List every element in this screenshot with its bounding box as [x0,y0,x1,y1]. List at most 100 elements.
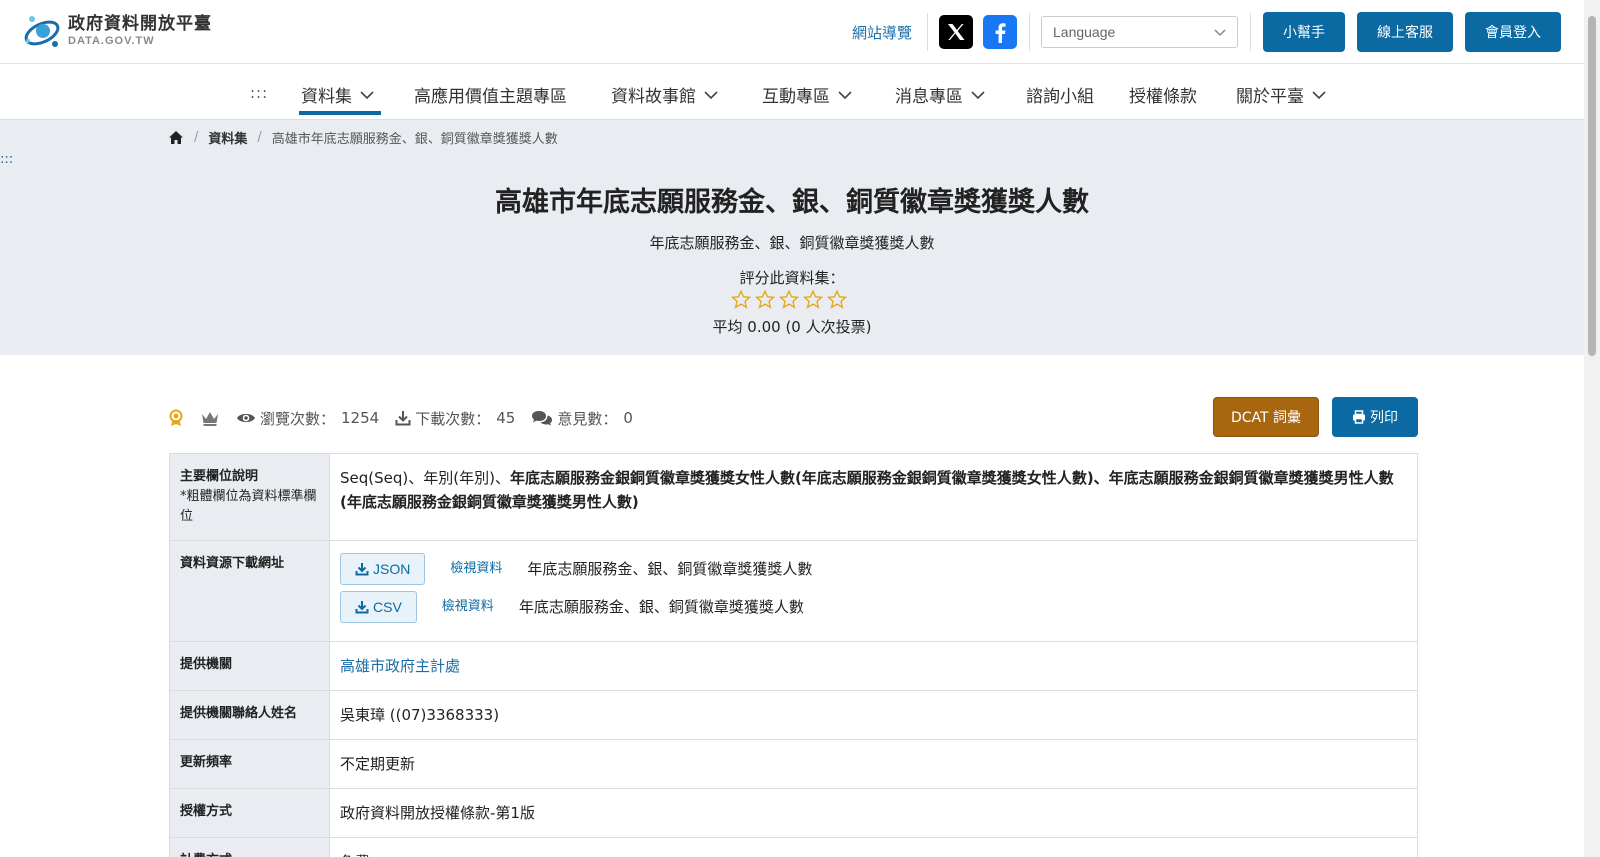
print-button[interactable]: 列印 [1332,397,1418,437]
nav-active-indicator [299,111,381,115]
eye-icon [237,413,255,423]
nav-item-label: 高應用價值主題專區 [414,87,567,107]
json-download-button[interactable]: JSON [340,553,426,585]
table-row: 主要欄位說明 *粗體欄位為資料標準欄位 Seq(Seq)、年別(年別)、年底志願… [169,453,1418,541]
fields-note: *粗體欄位為資料標準欄位 [180,489,317,524]
online-support-button[interactable]: 線上客服 [1357,12,1453,52]
resource-row: JSON 檢視資料 年底志願服務金、銀、銅質徽章獎獲獎人數 [340,553,1407,585]
print-button-label: 列印 [1370,410,1398,426]
star-outline-icon[interactable] [803,290,823,309]
rating-stars [731,290,847,309]
table-value-cell: JSON 檢視資料 年底志願服務金、銀、銅質徽章獎獲獎人數 CSV 檢視資料 年… [329,540,1418,642]
view-data-link[interactable]: 檢視資料 [442,595,494,619]
breadcrumb: / 資料集 / 高雄市年底志願服務金、銀、銅質徽章獎獲獎人數 [168,128,558,147]
view-data-link[interactable]: 檢視資料 [450,557,502,581]
facebook-share-button[interactable] [983,15,1017,49]
page-title: 高雄市年底志願服務金、銀、銅質徽章獎獲獎人數 [495,187,1089,218]
nav-item-label: 關於平臺 [1236,87,1304,107]
agency-link[interactable]: 高雄市政府主計處 [340,657,460,675]
nav-item-label: 消息專區 [895,87,963,107]
member-login-button[interactable]: 會員登入 [1465,12,1561,52]
csv-download-button[interactable]: CSV [340,591,417,623]
star-outline-icon[interactable] [731,290,751,309]
breadcrumb-datasets[interactable]: 資料集 [208,128,247,147]
printer-icon [1353,410,1365,424]
table-row: 資料資源下載網址 JSON 檢視資料 年底志願服務金、銀、銅質徽章獎獲獎人數 C… [169,540,1418,642]
resource-format: CSV [373,599,402,615]
nav-accesskey[interactable]: ::: [250,84,268,102]
header-divider [1029,13,1030,51]
view-count: 瀏覽次數： 1254 [236,408,379,429]
chevron-down-icon [838,90,852,99]
helper-button[interactable]: 小幫手 [1263,12,1345,52]
rating-label: 評分此資料集： [739,269,845,287]
resource-name: 年底志願服務金、銀、銅質徽章獎獲獎人數 [518,598,804,616]
table-value-cell: Seq(Seq)、年別(年別)、年底志願服務金銀銅質徽章獎獲獎女性人數(年底志願… [329,453,1418,541]
nav-item-license[interactable]: 授權條款 [1129,82,1197,107]
star-outline-icon[interactable] [755,290,775,309]
table-header-cell: 資料資源下載網址 [169,540,330,642]
nav-item-label: 授權條款 [1129,87,1197,107]
download-count-value: 45 [496,409,516,427]
comments-icon [532,411,553,426]
download-icon [355,563,369,576]
table-row: 計費方式 免費 [169,837,1418,857]
sitemap-link[interactable]: 網站導覽 [852,22,912,43]
fee-value: 免費 [329,837,1418,857]
table-header-cell: 更新頻率 [169,739,330,789]
content-accesskey[interactable]: ::: [0,152,13,167]
nav-item-high-value[interactable]: 高應用價值主題專區 [414,82,567,107]
star-outline-icon[interactable] [827,290,847,309]
table-row: 更新頻率 不定期更新 [169,739,1418,789]
x-share-button[interactable] [939,15,973,49]
resource-name: 年底志願服務金、銀、銅質徽章獎獲獎人數 [527,560,813,578]
table-header-cell: 提供機關聯絡人姓名 [169,690,330,740]
logo-icon [24,16,60,47]
nav-item-data-stories[interactable]: 資料故事館 [611,82,718,107]
page-scrollbar[interactable] [1584,0,1600,857]
comment-count: 意見數： 0 [531,408,633,429]
breadcrumb-separator: / [257,130,262,145]
resource-row: CSV 檢視資料 年底志願服務金、銀、銅質徽章獎獲獎人數 [340,591,1407,623]
nav-item-label: 互動專區 [762,87,830,107]
license-value: 政府資料開放授權條款-第1版 [329,788,1418,838]
table-header-cell: 主要欄位說明 *粗體欄位為資料標準欄位 [169,453,330,541]
chevron-down-icon [704,90,718,99]
scrollbar-thumb[interactable] [1588,16,1596,356]
download-count: 下載次數： 45 [395,408,515,429]
comment-count-label: 意見數： [557,409,618,428]
table-header-cell: 授權方式 [169,788,330,838]
table-value-cell: 高雄市政府主計處 [329,641,1418,691]
view-count-value: 1254 [341,409,380,427]
facebook-logo-icon [995,23,1006,43]
header-divider [927,13,928,51]
main-nav: ::: 資料集 高應用價值主題專區 資料故事館 互動專區 消息專區 諮詢小組 授… [0,64,1584,120]
award-badge-icon [169,409,183,426]
header-divider [1250,13,1251,51]
table-row: 授權方式 政府資料開放授權條款-第1版 [169,788,1418,838]
resource-format: JSON [373,561,411,577]
home-icon[interactable] [168,130,184,145]
table-row: 提供機關 高雄市政府主計處 [169,641,1418,691]
chevron-down-icon [971,90,985,99]
nav-item-news[interactable]: 消息專區 [895,82,985,107]
x-logo-icon [948,24,965,40]
comment-count-value: 0 [623,409,633,427]
crown-icon [202,412,218,426]
view-count-label: 瀏覽次數： [260,409,336,428]
logo-subtitle: DATA.GOV.TW [68,35,155,47]
nav-item-label: 資料故事館 [611,87,696,107]
nav-item-interactive[interactable]: 互動專區 [762,82,852,107]
language-select[interactable]: Language [1041,16,1238,48]
table-header-cell: 計費方式 [169,837,330,857]
star-outline-icon[interactable] [779,290,799,309]
chevron-down-icon [1312,90,1326,99]
nav-item-datasets[interactable]: 資料集 [301,82,374,107]
breadcrumb-separator: / [194,130,199,145]
nav-item-advisory[interactable]: 諮詢小組 [1026,82,1094,107]
page-subtitle: 年底志願服務金、銀、銅質徽章獎獲獎人數 [649,234,935,252]
nav-item-about[interactable]: 關於平臺 [1236,82,1326,107]
dcat-vocabulary-button[interactable]: DCAT 詞彙 [1213,397,1319,437]
table-header-cell: 提供機關 [169,641,330,691]
site-logo[interactable]: 政府資料開放平臺 DATA.GOV.TW [22,10,222,52]
